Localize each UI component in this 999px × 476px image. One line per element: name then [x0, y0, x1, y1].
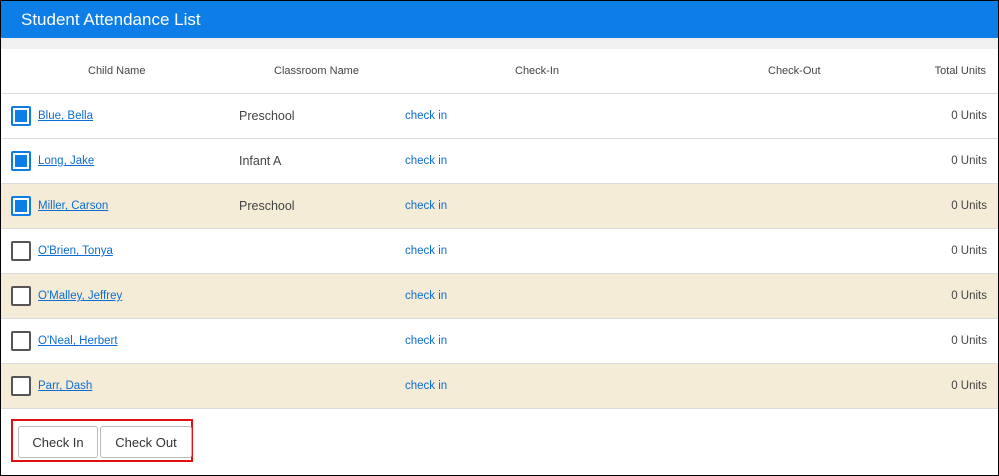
check-in-link[interactable]: check in	[405, 364, 447, 408]
table-row: Long, Jake Infant A check in 0 Units	[1, 139, 998, 184]
check-in-link[interactable]: check in	[405, 274, 447, 318]
check-in-link[interactable]: check in	[405, 139, 447, 183]
row-select-checkbox[interactable]	[11, 196, 31, 216]
table-row: Parr, Dash check in 0 Units	[1, 364, 998, 409]
table-row: O'Neal, Herbert check in 0 Units	[1, 319, 998, 364]
child-name-link[interactable]: O'Brien, Tonya	[38, 229, 113, 273]
col-total-units[interactable]: Total Units	[935, 49, 986, 93]
attendance-panel: Student Attendance List Child Name Class…	[0, 0, 999, 476]
check-in-link[interactable]: check in	[405, 184, 447, 228]
table-row: Miller, Carson Preschool check in 0 Units	[1, 184, 998, 229]
check-in-link[interactable]: check in	[405, 229, 447, 273]
child-name-link[interactable]: O'Malley, Jeffrey	[38, 274, 122, 318]
table-header: Child Name Classroom Name Check-In Check…	[1, 49, 998, 94]
table-row: O'Brien, Tonya check in 0 Units	[1, 229, 998, 274]
panel-header: Student Attendance List	[1, 1, 998, 38]
col-check-out[interactable]: Check-Out	[768, 49, 821, 93]
child-name-link[interactable]: Long, Jake	[38, 139, 94, 183]
row-select-checkbox[interactable]	[11, 376, 31, 396]
total-units: 0 Units	[951, 290, 987, 302]
row-select-checkbox[interactable]	[11, 106, 31, 126]
table-footer: Check In Check Out	[1, 409, 998, 475]
row-select-checkbox[interactable]	[11, 151, 31, 171]
col-classroom-name[interactable]: Classroom Name	[274, 49, 359, 93]
col-child-name[interactable]: Child Name	[88, 49, 145, 93]
row-select-checkbox[interactable]	[11, 241, 31, 261]
check-in-link[interactable]: check in	[405, 319, 447, 363]
check-in-link[interactable]: check in	[405, 94, 447, 138]
classroom-name: Preschool	[239, 109, 295, 123]
col-check-in[interactable]: Check-In	[515, 49, 559, 93]
classroom-name: Preschool	[239, 199, 295, 213]
check-in-button[interactable]: Check In	[18, 426, 98, 458]
total-units: 0 Units	[951, 200, 987, 212]
classroom-name: Infant A	[239, 154, 282, 168]
row-select-checkbox[interactable]	[11, 286, 31, 306]
child-name-link[interactable]: Parr, Dash	[38, 364, 92, 408]
check-out-button[interactable]: Check Out	[100, 426, 192, 458]
total-units: 0 Units	[951, 110, 987, 122]
header-divider	[1, 38, 998, 49]
attendance-table: Child Name Classroom Name Check-In Check…	[1, 49, 998, 409]
child-name-link[interactable]: Miller, Carson	[38, 184, 108, 228]
child-name-link[interactable]: Blue, Bella	[38, 94, 93, 138]
row-select-checkbox[interactable]	[11, 331, 31, 351]
table-body: Blue, Bella Preschool check in 0 Units Long,…	[1, 94, 998, 409]
action-button-group: Check In Check Out	[11, 419, 193, 462]
table-row: O'Malley, Jeffrey check in 0 Units	[1, 274, 998, 319]
table-row: Blue, Bella Preschool check in 0 Units	[1, 94, 998, 139]
child-name-link[interactable]: O'Neal, Herbert	[38, 319, 118, 363]
total-units: 0 Units	[951, 155, 987, 167]
total-units: 0 Units	[951, 335, 987, 347]
total-units: 0 Units	[951, 380, 987, 392]
page-title: Student Attendance List	[21, 10, 201, 29]
total-units: 0 Units	[951, 245, 987, 257]
